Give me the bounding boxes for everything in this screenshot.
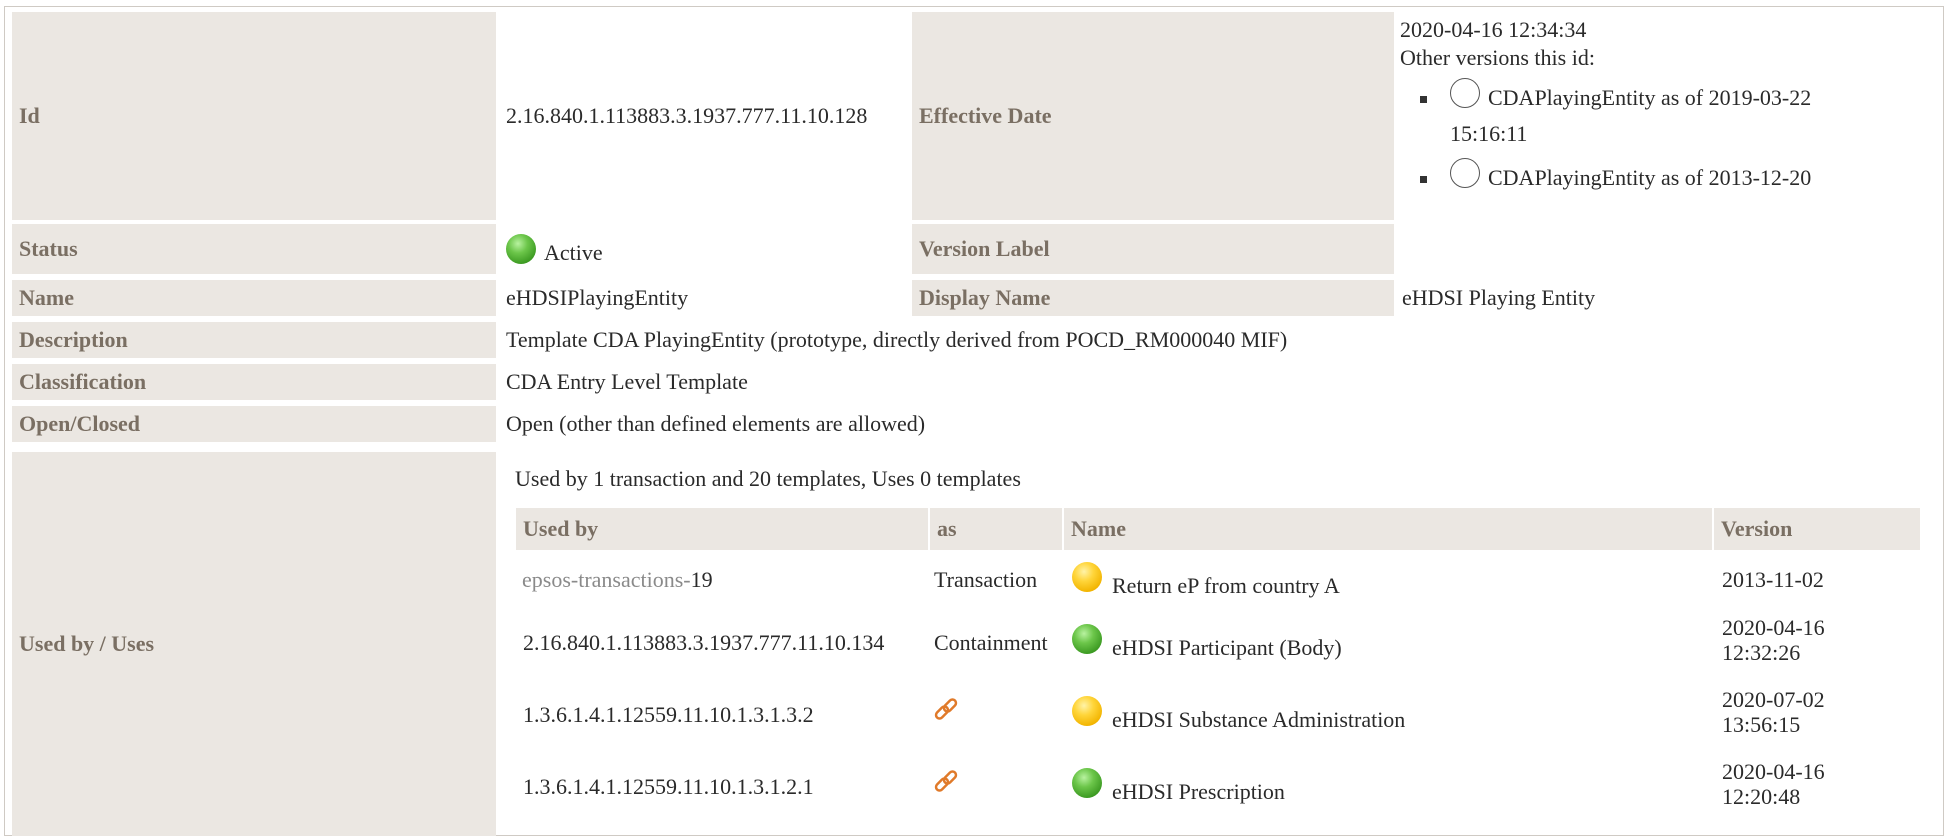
used-by-id[interactable]: 1.3.6.1.4.1.12559.11.10.1.3.1.3.2	[523, 702, 814, 728]
template-name[interactable]: eHDSI Prescription	[1112, 779, 1285, 805]
status-text: Active	[544, 240, 603, 265]
table-row: epsos-transactions-19	[522, 567, 713, 593]
display-name-value: eHDSI Playing Entity	[1402, 285, 1596, 310]
other-version-item: CDAPlayingEntity as of 2013-12-20	[1400, 154, 1920, 198]
version-time: 13:56:15	[1722, 712, 1801, 737]
status-active-icon	[1072, 624, 1102, 654]
template-name[interactable]: eHDSI Participant (Body)	[1112, 635, 1342, 661]
column-header-name[interactable]: Name	[1064, 508, 1712, 550]
status-active-icon	[506, 234, 536, 264]
column-header-used-by[interactable]: Used by	[516, 508, 928, 550]
transaction-link[interactable]: epsos-transactions-	[522, 567, 691, 592]
other-version-time: 15:16:11	[1450, 121, 1528, 146]
classification-value: CDA Entry Level Template	[506, 369, 748, 394]
other-version-label: CDAPlayingEntity as of 2013-12-20	[1488, 165, 1812, 190]
version-date: 2020-07-02	[1722, 687, 1825, 712]
version-label-label: Version Label	[912, 224, 1394, 274]
display-name-label: Display Name	[912, 280, 1394, 316]
usage-summary: Used by 1 transaction and 20 templates, …	[515, 466, 1021, 491]
name-label: Name	[12, 280, 496, 316]
link-icon[interactable]	[932, 697, 960, 725]
version-radio-button[interactable]	[1450, 158, 1480, 188]
template-name[interactable]: eHDSI Substance Administration	[1112, 707, 1405, 733]
other-version-label: CDAPlayingEntity as of 2019-03-22	[1488, 85, 1812, 110]
status-active-icon	[1072, 768, 1102, 798]
effective-date-block: 2020-04-16 12:34:34 Other versions this …	[1400, 16, 1920, 198]
version-label-value	[1394, 224, 1934, 274]
other-version-item: CDAPlayingEntity as of 2019-03-22 15:16:…	[1400, 72, 1920, 154]
id-value: 2.16.840.1.113883.3.1937.777.11.10.128	[506, 103, 868, 128]
link-icon[interactable]	[932, 769, 960, 797]
version-time: 12:20:48	[1722, 784, 1801, 809]
status-draft-icon	[1072, 562, 1102, 592]
id-label: Id	[12, 12, 496, 220]
used-by-uses-label: Used by / Uses	[12, 452, 496, 836]
version-radio-button[interactable]	[1450, 78, 1480, 108]
used-by-id[interactable]: 1.3.6.1.4.1.12559.11.10.1.3.1.2.1	[523, 774, 814, 800]
as-value: Containment	[934, 630, 1048, 655]
status-draft-icon	[1072, 696, 1102, 726]
open-closed-label: Open/Closed	[12, 406, 496, 442]
name-value: eHDSIPlayingEntity	[506, 285, 689, 310]
column-header-version[interactable]: Version	[1714, 508, 1920, 550]
description-label: Description	[12, 322, 496, 358]
bullet-icon	[1420, 96, 1427, 103]
classification-label: Classification	[12, 364, 496, 400]
used-by-id: 19	[690, 567, 713, 592]
status-value: Active	[498, 224, 912, 274]
effective-date-value: 2020-04-16 12:34:34	[1400, 17, 1587, 42]
bullet-icon	[1420, 176, 1427, 183]
open-closed-value: Open (other than defined elements are al…	[506, 411, 926, 436]
status-label: Status	[12, 224, 496, 274]
column-header-as[interactable]: as	[930, 508, 1062, 550]
effective-date-label: Effective Date	[912, 12, 1394, 220]
other-versions-label: Other versions this id:	[1400, 45, 1595, 70]
template-name[interactable]: Return eP from country A	[1112, 573, 1340, 599]
as-value: Transaction	[934, 567, 1038, 592]
version-date: 2020-04-16	[1722, 759, 1825, 784]
version-date: 2020-04-16	[1722, 615, 1825, 640]
used-by-id[interactable]: 2.16.840.1.113883.3.1937.777.11.10.134	[523, 630, 884, 656]
version-time: 12:32:26	[1722, 640, 1801, 665]
description-value: Template CDA PlayingEntity (prototype, d…	[506, 327, 1288, 352]
version-date: 2013-11-02	[1722, 567, 1824, 592]
